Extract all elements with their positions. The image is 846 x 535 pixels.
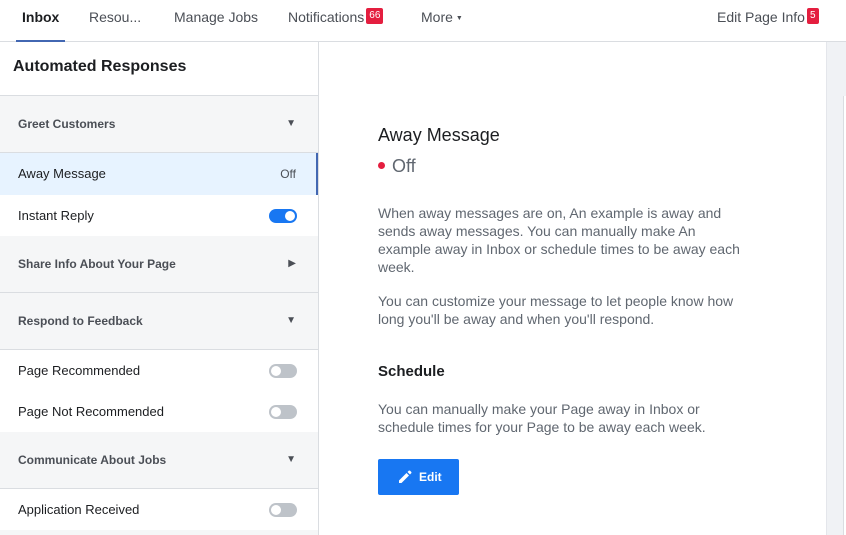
status-text: Off: [392, 156, 416, 176]
schedule-text: You can manually make your Page away in …: [378, 401, 706, 435]
page-not-recommended-toggle[interactable]: [269, 405, 297, 419]
edit-page-info-link[interactable]: Edit Page Info 5: [717, 0, 819, 42]
status-indicator: Off: [378, 156, 416, 177]
application-received-toggle[interactable]: [269, 503, 297, 517]
sidebar-item-label: Page Recommended: [18, 363, 141, 378]
tab-resources[interactable]: Resou...: [89, 0, 141, 42]
tab-notifications[interactable]: Notifications 66: [288, 0, 384, 42]
caret-down-icon: ▼: [455, 15, 463, 22]
pencil-icon: [399, 470, 412, 483]
edit-page-info-label: Edit Page Info: [717, 9, 805, 25]
caret-right-icon: ▶: [288, 258, 296, 269]
tab-manage-jobs[interactable]: Manage Jobs: [174, 0, 258, 42]
toggle-knob: [285, 211, 295, 221]
sidebar-bottom-strip: [0, 530, 318, 535]
tab-inbox-label: Inbox: [22, 9, 60, 25]
status-text: Off: [280, 167, 296, 181]
sidebar: Automated Responses Greet Customers ▼ Aw…: [0, 42, 319, 535]
main-panel: Away Message Off When away messages are …: [320, 42, 826, 535]
section-communicate-jobs[interactable]: Communicate About Jobs ▼: [0, 432, 318, 489]
tab-notifications-label: Notifications: [288, 9, 365, 25]
tab-manage-jobs-label: Manage Jobs: [174, 9, 259, 25]
sidebar-title: Automated Responses: [0, 42, 318, 96]
status-dot-icon: [378, 162, 385, 169]
sidebar-item-label: Application Received: [18, 502, 140, 517]
toggle-knob: [271, 505, 281, 515]
sidebar-item-label: Away Message: [18, 166, 106, 181]
tab-more-label: More: [421, 9, 453, 25]
sidebar-item-label: Instant Reply: [18, 208, 94, 223]
section-share-info[interactable]: Share Info About Your Page ▶: [0, 236, 318, 293]
caret-down-icon: ▼: [286, 118, 296, 129]
instant-reply-toggle[interactable]: [269, 209, 297, 223]
caret-down-icon: ▼: [286, 315, 296, 326]
tab-inbox[interactable]: Inbox: [15, 0, 66, 43]
tab-resources-label: Resou...: [89, 9, 142, 25]
section-label: Respond to Feedback: [18, 314, 143, 328]
top-navigation: Inbox Resou... Manage Jobs Notifications…: [0, 0, 846, 43]
notifications-badge: 66: [366, 8, 384, 24]
edit-button-label: Edit: [419, 470, 442, 484]
customize-text: You can customize your message to let pe…: [378, 293, 734, 327]
sidebar-item-page-not-recommended[interactable]: Page Not Recommended: [0, 391, 318, 432]
sidebar-item-away-message[interactable]: Away Message Off: [0, 153, 318, 195]
page-recommended-toggle[interactable]: [269, 364, 297, 378]
section-label: Communicate About Jobs: [18, 453, 167, 467]
description-text: When away messages are on, An example is…: [378, 205, 740, 275]
sidebar-item-page-recommended[interactable]: Page Recommended: [0, 350, 318, 391]
section-greet-customers[interactable]: Greet Customers ▼: [0, 96, 318, 153]
edit-page-info-badge: 5: [806, 8, 819, 24]
toggle-knob: [271, 366, 281, 376]
section-label: Share Info About Your Page: [18, 257, 176, 271]
sidebar-item-label: Page Not Recommended: [18, 404, 164, 419]
tab-more[interactable]: More ▼: [421, 0, 463, 42]
schedule-heading: Schedule: [378, 363, 445, 380]
section-respond-feedback[interactable]: Respond to Feedback ▼: [0, 293, 318, 350]
page-title: Away Message: [378, 125, 500, 145]
section-label: Greet Customers: [18, 117, 116, 131]
sidebar-item-instant-reply[interactable]: Instant Reply: [0, 195, 318, 236]
sidebar-item-application-received[interactable]: Application Received: [0, 489, 318, 530]
edit-button[interactable]: Edit: [378, 459, 459, 495]
caret-down-icon: ▼: [286, 454, 296, 465]
toggle-knob: [271, 407, 281, 417]
scrollbar-track[interactable]: [826, 42, 846, 535]
